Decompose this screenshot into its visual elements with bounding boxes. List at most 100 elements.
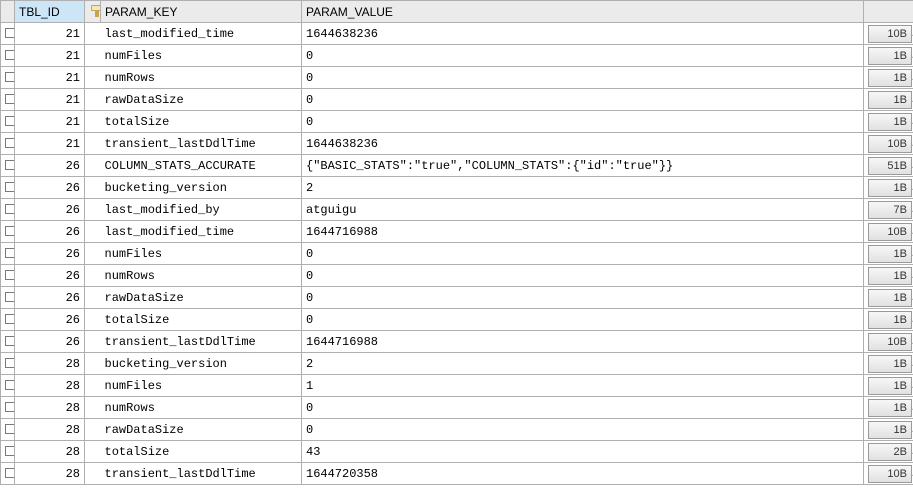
size-button[interactable]: 10B xyxy=(868,25,912,43)
row-checkbox[interactable] xyxy=(1,221,15,243)
table-row[interactable]: 26last_modified_byatguigu7B xyxy=(1,199,913,221)
cell-param-value[interactable]: {"BASIC_STATS":"true","COLUMN_STATS":{"i… xyxy=(302,155,864,177)
table-row[interactable]: 21 last_modified_time164463823610B xyxy=(1,23,913,45)
row-checkbox[interactable] xyxy=(1,353,15,375)
cell-tbl-id[interactable]: 28 xyxy=(15,353,85,375)
size-button[interactable]: 1B xyxy=(868,91,912,109)
table-row[interactable]: 26rawDataSize01B xyxy=(1,287,913,309)
cell-tbl-id[interactable]: 26 xyxy=(15,155,85,177)
row-checkbox[interactable] xyxy=(1,45,15,67)
cell-param-key[interactable]: numFiles xyxy=(101,375,302,397)
cell-param-value[interactable]: 0 xyxy=(302,287,864,309)
row-checkbox[interactable] xyxy=(1,375,15,397)
cell-param-value[interactable]: 0 xyxy=(302,243,864,265)
cell-param-key[interactable]: transient_lastDdlTime xyxy=(101,463,302,485)
cell-param-key[interactable]: numFiles xyxy=(101,45,302,67)
checkbox-icon[interactable] xyxy=(5,314,15,324)
size-button[interactable]: 1B xyxy=(868,179,912,197)
cell-param-value[interactable]: 1644638236 xyxy=(302,133,864,155)
checkbox-icon[interactable] xyxy=(5,468,15,478)
cell-param-value[interactable]: 43 xyxy=(302,441,864,463)
row-checkbox[interactable] xyxy=(1,265,15,287)
cell-tbl-id[interactable]: 26 xyxy=(15,243,85,265)
checkbox-icon[interactable] xyxy=(5,270,15,280)
cell-param-value[interactable]: 1644720358 xyxy=(302,463,864,485)
cell-tbl-id[interactable]: 21 xyxy=(15,23,85,45)
cell-param-value[interactable]: 1 xyxy=(302,375,864,397)
cell-param-value[interactable]: 0 xyxy=(302,45,864,67)
checkbox-icon[interactable] xyxy=(5,292,15,302)
cell-tbl-id[interactable]: 21 xyxy=(15,133,85,155)
cell-tbl-id[interactable]: 26 xyxy=(15,221,85,243)
size-button[interactable]: 1B xyxy=(868,245,912,263)
table-row[interactable]: 26transient_lastDdlTime164471698810B xyxy=(1,331,913,353)
cell-param-key[interactable]: rawDataSize xyxy=(101,419,302,441)
checkbox-icon[interactable] xyxy=(5,424,15,434)
checkbox-icon[interactable] xyxy=(5,182,15,192)
row-checkbox[interactable] xyxy=(1,419,15,441)
cell-param-key[interactable]: last_modified_time xyxy=(101,221,302,243)
size-button[interactable]: 2B xyxy=(868,443,912,461)
row-checkbox[interactable] xyxy=(1,441,15,463)
checkbox-icon[interactable] xyxy=(5,160,15,170)
cell-param-key[interactable]: last_modified_time xyxy=(101,23,302,45)
size-button[interactable]: 1B xyxy=(868,421,912,439)
cell-tbl-id[interactable]: 21 xyxy=(15,67,85,89)
row-checkbox[interactable] xyxy=(1,89,15,111)
row-checkbox[interactable] xyxy=(1,243,15,265)
checkbox-icon[interactable] xyxy=(5,336,15,346)
table-row[interactable]: 26numFiles01B xyxy=(1,243,913,265)
size-button[interactable]: 1B xyxy=(868,355,912,373)
cell-tbl-id[interactable]: 26 xyxy=(15,309,85,331)
table-row[interactable]: 21totalSize01B xyxy=(1,111,913,133)
table-row[interactable]: 21 transient_lastDdlTime164463823610B xyxy=(1,133,913,155)
size-button[interactable]: 1B xyxy=(868,47,912,65)
size-button[interactable]: 1B xyxy=(868,377,912,395)
checkbox-icon[interactable] xyxy=(5,72,15,82)
size-button[interactable]: 1B xyxy=(868,113,912,131)
cell-param-key[interactable]: transient_lastDdlTime xyxy=(101,133,302,155)
header-param-key[interactable]: PARAM_KEY xyxy=(101,1,302,23)
size-button[interactable]: 1B xyxy=(868,267,912,285)
size-button[interactable]: 1B xyxy=(868,399,912,417)
row-checkbox[interactable] xyxy=(1,287,15,309)
cell-tbl-id[interactable]: 28 xyxy=(15,441,85,463)
cell-tbl-id[interactable]: 26 xyxy=(15,265,85,287)
table-row[interactable]: 21 numFiles01B xyxy=(1,45,913,67)
cell-param-value[interactable]: atguigu xyxy=(302,199,864,221)
cell-tbl-id[interactable]: 21 xyxy=(15,45,85,67)
cell-param-key[interactable]: totalSize xyxy=(101,309,302,331)
cell-param-value[interactable]: 2 xyxy=(302,177,864,199)
row-checkbox[interactable] xyxy=(1,309,15,331)
size-button[interactable]: 1B xyxy=(868,289,912,307)
row-checkbox[interactable] xyxy=(1,67,15,89)
cell-param-key[interactable]: transient_lastDdlTime xyxy=(101,331,302,353)
cell-param-key[interactable]: bucketing_version xyxy=(101,353,302,375)
cell-param-key[interactable]: totalSize xyxy=(101,441,302,463)
table-row[interactable]: 26COLUMN_STATS_ACCURATE{"BASIC_STATS":"t… xyxy=(1,155,913,177)
cell-tbl-id[interactable]: 26 xyxy=(15,287,85,309)
size-button[interactable]: 10B xyxy=(868,465,912,483)
cell-param-key[interactable]: last_modified_by xyxy=(101,199,302,221)
table-row[interactable]: 28 totalSize432B xyxy=(1,441,913,463)
cell-tbl-id[interactable]: 28 xyxy=(15,419,85,441)
checkbox-icon[interactable] xyxy=(5,138,15,148)
table-row[interactable]: 26last_modified_time164471698810B xyxy=(1,221,913,243)
cell-param-value[interactable]: 1644716988 xyxy=(302,331,864,353)
cell-param-value[interactable]: 0 xyxy=(302,397,864,419)
cell-param-value[interactable]: 0 xyxy=(302,89,864,111)
cell-param-value[interactable]: 1644638236 xyxy=(302,23,864,45)
cell-tbl-id[interactable]: 26 xyxy=(15,199,85,221)
table-row[interactable]: 28rawDataSize01B xyxy=(1,419,913,441)
cell-param-key[interactable]: bucketing_version xyxy=(101,177,302,199)
table-row[interactable]: 28numFiles11B xyxy=(1,375,913,397)
checkbox-icon[interactable] xyxy=(5,380,15,390)
cell-param-key[interactable]: rawDataSize xyxy=(101,89,302,111)
table-row[interactable]: 21numRows01B xyxy=(1,67,913,89)
row-checkbox[interactable] xyxy=(1,463,15,485)
size-button[interactable]: 10B xyxy=(868,135,912,153)
cell-param-key[interactable]: numRows xyxy=(101,265,302,287)
row-checkbox[interactable] xyxy=(1,133,15,155)
table-row[interactable]: 26numRows01B xyxy=(1,265,913,287)
cell-param-value[interactable]: 0 xyxy=(302,111,864,133)
